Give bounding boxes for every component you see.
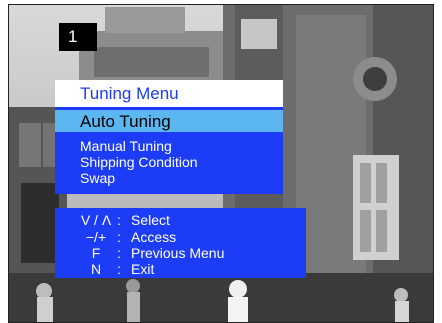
help-action: Previous Menu: [131, 245, 225, 261]
help-legend: V / Λ : Select −/+ : Access F : Previous…: [55, 208, 306, 278]
menu-item-manual-tuning[interactable]: Manual Tuning: [80, 138, 172, 154]
channel-number-badge: 1: [59, 23, 97, 51]
help-colon: :: [117, 261, 121, 277]
menu-item-swap[interactable]: Swap: [80, 170, 115, 186]
help-row-exit: N : Exit: [55, 261, 306, 277]
help-colon: :: [117, 245, 121, 261]
help-key: V / Λ: [80, 212, 112, 228]
help-action: Access: [131, 229, 177, 245]
help-colon: :: [117, 229, 121, 245]
help-key: N: [90, 261, 102, 277]
menu-item-auto-tuning[interactable]: Auto Tuning: [55, 110, 283, 132]
screenshot-frame: 1 Tuning Menu Auto Tuning Manual Tuning …: [0, 0, 442, 323]
help-colon: :: [117, 212, 121, 228]
help-row-access: −/+ : Access: [55, 229, 306, 245]
help-key: F: [91, 245, 101, 261]
help-row-select: V / Λ : Select: [55, 212, 306, 228]
help-action: Exit: [131, 261, 155, 277]
menu-item-shipping-condition[interactable]: Shipping Condition: [80, 154, 198, 170]
help-action: Select: [131, 212, 170, 228]
help-key: −/+: [85, 229, 107, 245]
help-row-previous-menu: F : Previous Menu: [55, 245, 306, 261]
menu-title: Tuning Menu: [55, 80, 283, 107]
